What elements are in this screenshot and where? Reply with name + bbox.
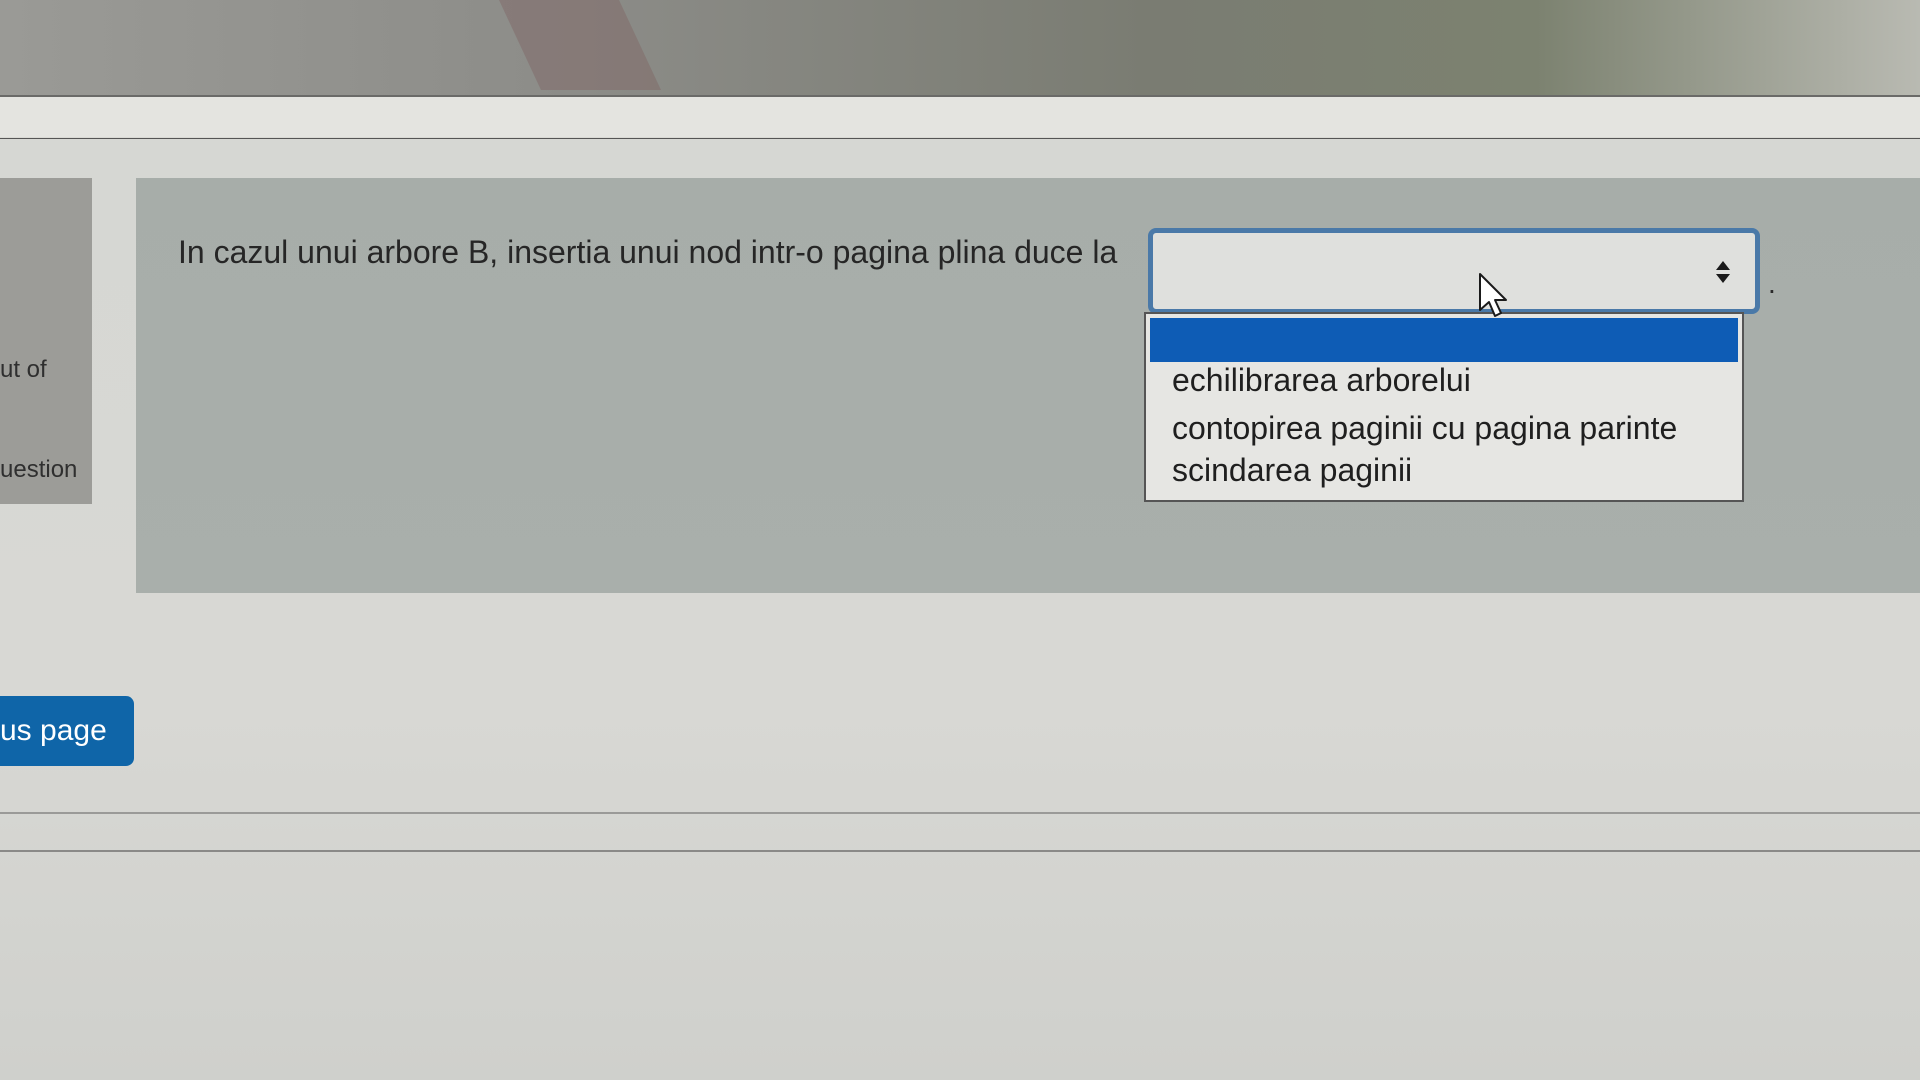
dropdown-option-empty[interactable] bbox=[1150, 318, 1738, 362]
answer-dropdown-list[interactable]: echilibrarea arborelui contopirea pagini… bbox=[1144, 312, 1744, 502]
dropdown-option-echilibrare[interactable]: echilibrarea arborelui bbox=[1172, 362, 1471, 399]
question-period: . bbox=[1768, 268, 1776, 299]
mouse-cursor-icon bbox=[1478, 272, 1508, 318]
previous-page-button[interactable]: us page bbox=[0, 696, 134, 766]
question-text: In cazul unui arbore B, insertia unui no… bbox=[178, 234, 1118, 270]
question-info-mark: ut of bbox=[0, 356, 47, 383]
nav-strip bbox=[0, 97, 1920, 137]
dropdown-option-scindare[interactable]: scindarea paginii bbox=[1172, 452, 1412, 489]
question-info-panel: ut of uestion bbox=[0, 178, 92, 504]
dropdown-option-contopire[interactable]: contopirea paginii cu pagina parinte bbox=[1172, 410, 1677, 447]
previous-page-label: us page bbox=[0, 714, 107, 747]
footer-divider bbox=[0, 812, 1920, 814]
answer-select[interactable] bbox=[1148, 228, 1760, 314]
site-header bbox=[0, 0, 1920, 95]
footer-divider-secondary bbox=[0, 850, 1920, 852]
header-decoration bbox=[499, 0, 661, 90]
question-info-flag: uestion bbox=[0, 456, 78, 483]
select-arrows-icon bbox=[1715, 259, 1731, 285]
